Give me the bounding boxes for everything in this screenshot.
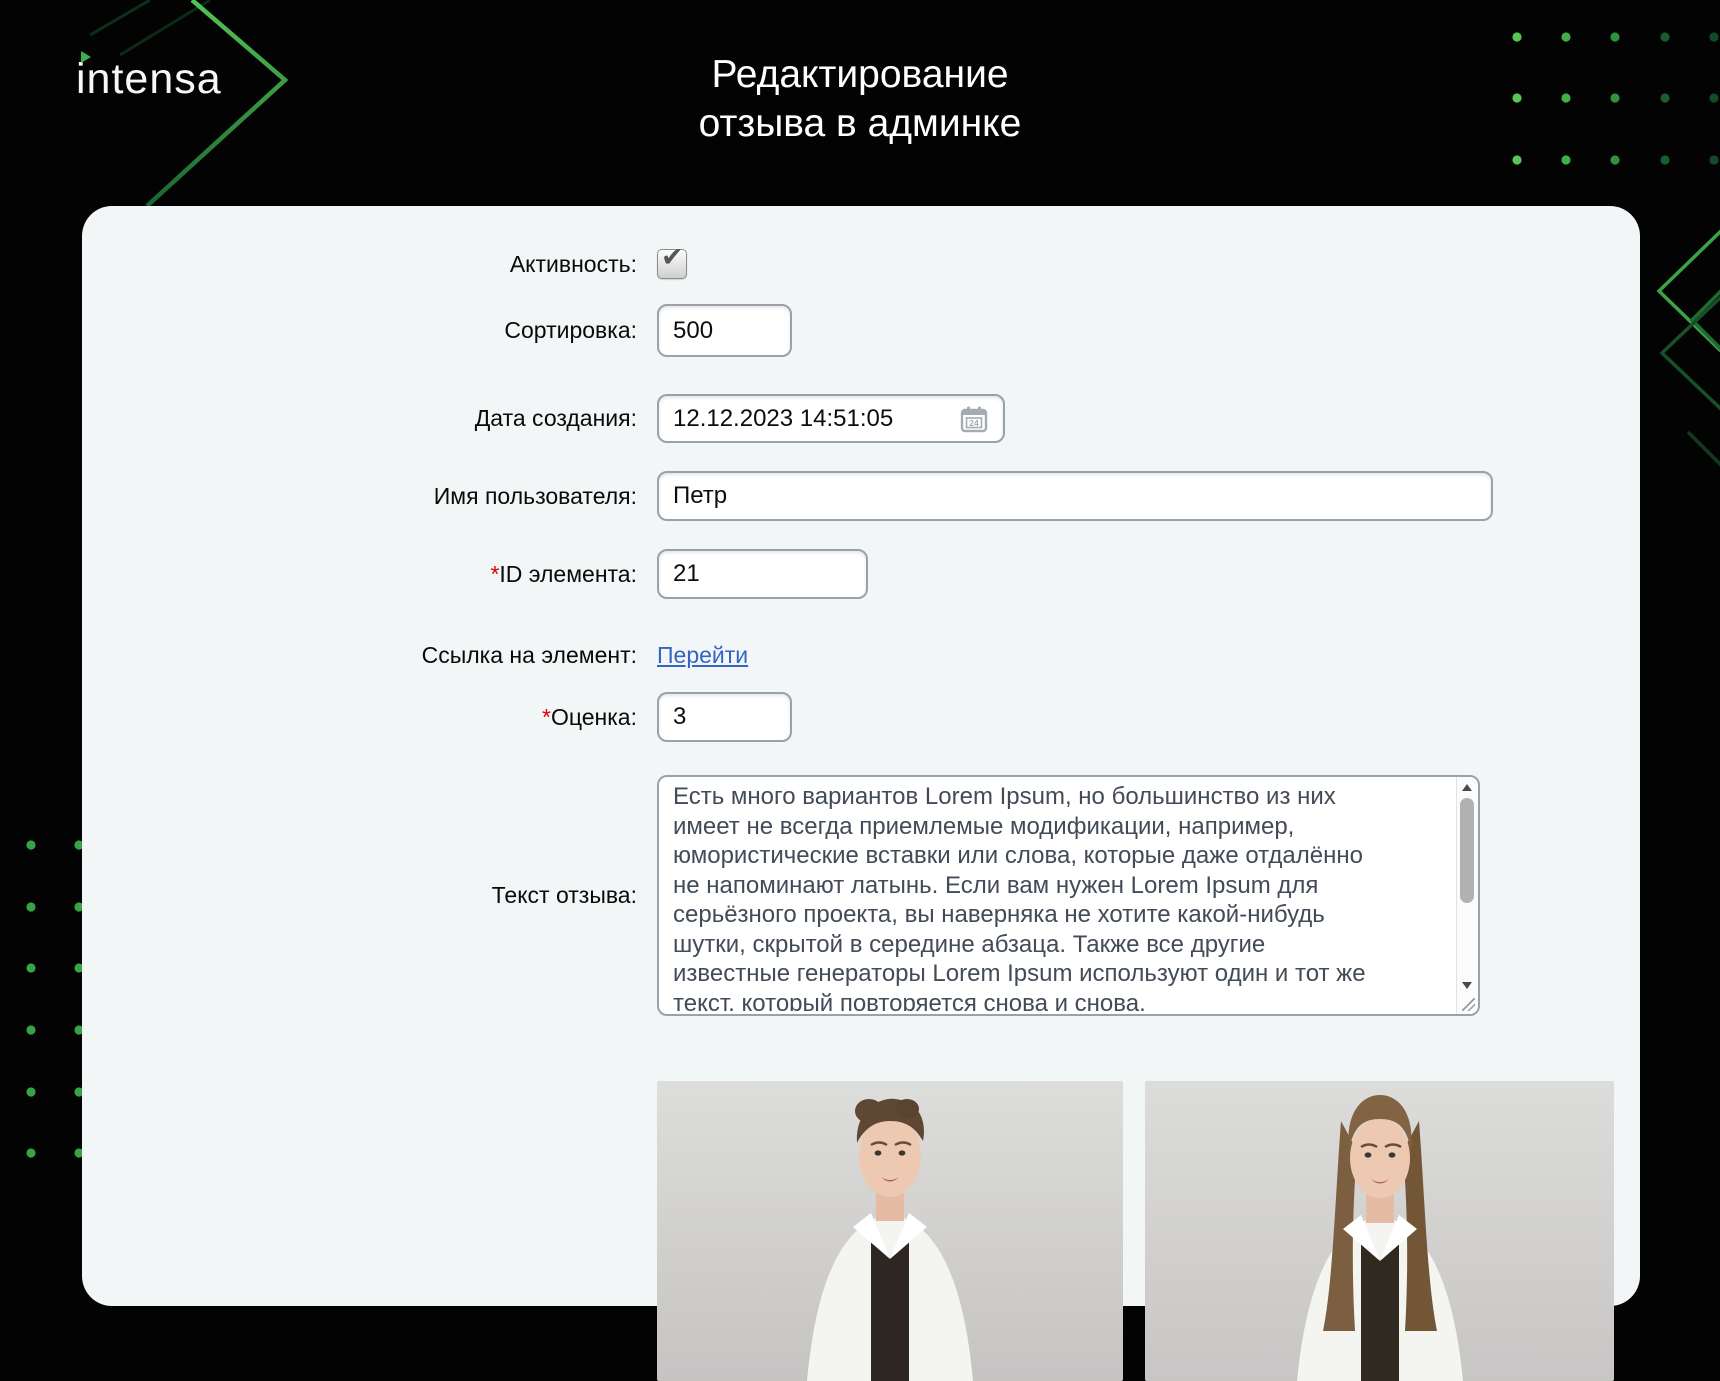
page-title-line2: отзыва в админке: [0, 99, 1720, 148]
page-title-line1: Редактирование: [0, 50, 1720, 99]
dot-grid-left: [26, 840, 83, 1157]
sort-label: Сортировка:: [82, 317, 637, 344]
svg-text:24: 24: [969, 417, 979, 427]
page-title: Редактирование отзыва в админке: [0, 50, 1720, 148]
rating-row: *Оценка:: [82, 692, 1640, 742]
reviewer-photo-1: [657, 1081, 1123, 1381]
scrollbar[interactable]: [1456, 777, 1478, 1014]
edit-review-card: Активность: ✔ Сортировка: Дата создания:…: [82, 206, 1640, 1306]
review-textarea-content: Есть много вариантов Lorem Ipsum, но бол…: [673, 782, 1448, 1011]
checkmark-icon: ✔: [661, 244, 684, 271]
required-asterisk: *: [542, 704, 551, 730]
username-label: Имя пользователя:: [82, 483, 637, 510]
right-chevron-icon: [1688, 432, 1720, 466]
element-link-label: Ссылка на элемент:: [82, 642, 637, 669]
calendar-icon[interactable]: 24: [959, 404, 989, 434]
created-date-input[interactable]: [657, 394, 1005, 443]
element-id-input[interactable]: [657, 549, 868, 599]
created-date-label: Дата создания:: [82, 405, 637, 432]
photos-row: [82, 1081, 1640, 1381]
activity-checkbox[interactable]: ✔: [657, 249, 687, 279]
username-input[interactable]: [657, 471, 1493, 521]
scroll-down-icon[interactable]: [1457, 976, 1478, 994]
sort-input[interactable]: [657, 304, 792, 357]
username-row: Имя пользователя:: [82, 471, 1640, 521]
review-text-label: Текст отзыва:: [82, 882, 637, 909]
rating-label: *Оценка:: [82, 704, 637, 731]
activity-label: Активность:: [82, 251, 637, 278]
scrollbar-thumb[interactable]: [1460, 798, 1474, 903]
resize-grip-icon[interactable]: [1462, 998, 1475, 1011]
element-id-label: *ID элемента:: [82, 561, 637, 588]
element-link-row: Ссылка на элемент: Перейти: [82, 641, 1640, 669]
created-date-row: Дата создания: 24: [82, 394, 1640, 443]
review-textarea[interactable]: Есть много вариантов Lorem Ipsum, но бол…: [657, 775, 1480, 1016]
sort-row: Сортировка:: [82, 304, 1640, 357]
right-chevron-icon: [1662, 296, 1720, 410]
rating-input[interactable]: [657, 692, 792, 742]
corner-line-icon: [90, 0, 150, 35]
review-text-row: Текст отзыва: Есть много вариантов Lorem…: [82, 775, 1640, 1016]
element-id-row: *ID элемента:: [82, 549, 1640, 599]
right-chevron-icon: [1659, 230, 1720, 352]
activity-row: Активность: ✔: [82, 250, 1640, 278]
reviewer-photo-2: [1145, 1081, 1614, 1381]
go-to-element-link[interactable]: Перейти: [657, 642, 748, 669]
scroll-up-icon[interactable]: [1457, 779, 1478, 797]
